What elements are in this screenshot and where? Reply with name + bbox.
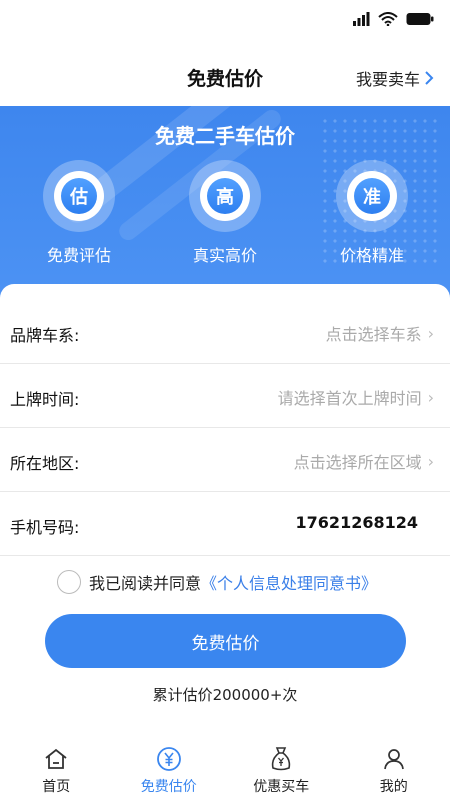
chevron-right-icon: › <box>427 451 434 471</box>
status-bar <box>0 0 450 44</box>
feature-badge: 准 <box>336 160 408 232</box>
phone-row[interactable]: 手机号码: 17621268124 <box>0 492 450 556</box>
region-label: 所在地区: <box>10 454 80 473</box>
free-estimate-button[interactable]: 免费估价 <box>45 614 406 668</box>
registration-date-row[interactable]: 上牌时间: 请选择首次上牌时间 › <box>0 364 450 428</box>
phone-label: 手机号码: <box>10 518 80 537</box>
agreement-checkbox[interactable] <box>57 570 81 594</box>
agreement-text: 我已阅读并同意 <box>89 574 202 593</box>
chevron-right-icon: › <box>427 387 434 407</box>
feature-free-eval: 估 免费评估 <box>24 160 134 266</box>
tab-label: 首页 <box>42 779 71 795</box>
feature-label: 价格精准 <box>339 246 404 265</box>
tab-label: 我的 <box>379 779 408 795</box>
feature-glyph: 高 <box>207 178 243 214</box>
agreement-link[interactable]: 《个人信息处理同意书》 <box>201 570 377 594</box>
signal-icon <box>353 12 370 26</box>
estimate-form: 品牌车系: 点击选择车系 › 上牌时间: 请选择首次上牌时间 › 所在地区: 点… <box>0 284 450 744</box>
registration-date-select[interactable]: 请选择首次上牌时间 › <box>278 385 434 409</box>
registration-date-label: 上牌时间: <box>10 390 80 409</box>
money-bag-icon <box>268 746 294 772</box>
region-select[interactable]: 点击选择所在区域 › <box>294 449 434 473</box>
agreement: 我已阅读并同意 《个人信息处理同意书》 <box>57 570 377 594</box>
brand-series-label: 品牌车系: <box>10 326 80 345</box>
tab-discount-buy[interactable]: 优惠买车 <box>225 740 338 800</box>
tab-home[interactable]: 首页 <box>0 740 113 800</box>
region-row[interactable]: 所在地区: 点击选择所在区域 › <box>0 428 450 492</box>
hero-banner: 免费二手车估价 估 免费评估 高 真实高价 准 价格精准 <box>0 106 450 306</box>
feature-badge: 高 <box>189 160 261 232</box>
nav-bar: 免费估价 我要卖车 <box>0 44 450 106</box>
registration-date-placeholder: 请选择首次上牌时间 <box>277 389 422 408</box>
feature-accurate-price: 准 价格精准 <box>317 160 427 266</box>
feature-glyph: 准 <box>354 178 390 214</box>
feature-glyph: 估 <box>61 178 97 214</box>
status-icons <box>352 12 434 26</box>
sell-car-link[interactable]: 我要卖车 <box>356 66 434 90</box>
yen-icon <box>156 746 182 772</box>
brand-series-placeholder: 点击选择车系 <box>325 325 422 344</box>
feature-badge: 估 <box>43 160 115 232</box>
user-icon <box>381 746 407 772</box>
tab-bar: 首页 免费估价 优惠买车 我的 <box>0 740 450 800</box>
brand-series-select[interactable]: 点击选择车系 › <box>326 321 434 345</box>
feature-real-price: 高 真实高价 <box>170 160 280 266</box>
chevron-right-icon <box>425 71 434 85</box>
battery-icon <box>406 13 434 25</box>
tab-label: 优惠买车 <box>253 779 310 795</box>
wifi-icon <box>378 12 398 26</box>
tab-label: 免费估价 <box>140 779 197 795</box>
estimate-count: 累计估价200000+次 <box>152 686 298 704</box>
feature-label: 真实高价 <box>192 246 257 265</box>
tab-mine[interactable]: 我的 <box>338 740 450 800</box>
tab-free-estimate[interactable]: 免费估价 <box>113 740 226 800</box>
chevron-right-icon: › <box>427 323 434 343</box>
home-icon <box>43 746 69 772</box>
sell-car-label: 我要卖车 <box>355 70 420 89</box>
feature-label: 免费评估 <box>46 246 111 265</box>
region-placeholder: 点击选择所在区域 <box>293 453 422 472</box>
brand-series-row[interactable]: 品牌车系: 点击选择车系 › <box>0 300 450 364</box>
phone-input[interactable]: 17621268124 <box>296 513 418 532</box>
hero-title: 免费二手车估价 <box>155 124 295 148</box>
